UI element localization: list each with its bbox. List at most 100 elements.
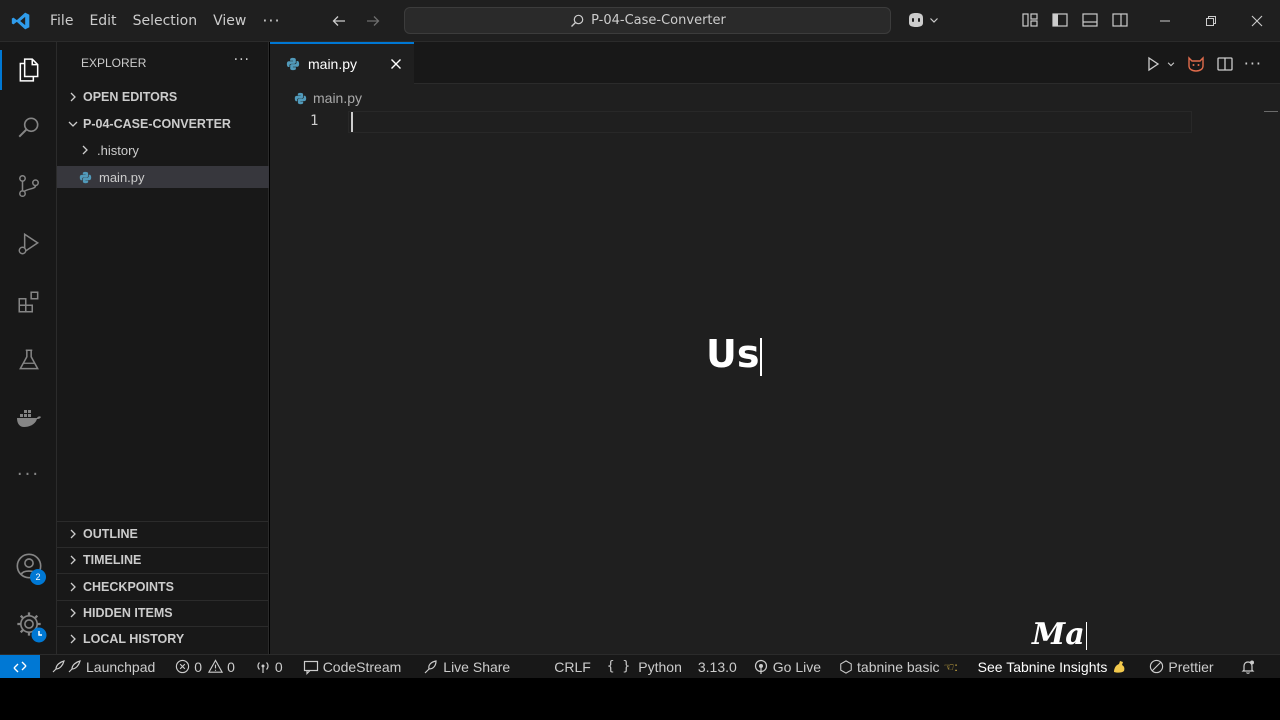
accounts-activity[interactable]: 2 xyxy=(0,542,57,590)
source-control-activity[interactable] xyxy=(0,162,57,210)
explorer-title: EXPLORER xyxy=(81,56,147,70)
forward-arrow-icon[interactable] xyxy=(363,11,383,31)
liveshare-item[interactable]: Live Share xyxy=(415,655,518,678)
live-share-icon xyxy=(424,659,437,673)
search-icon xyxy=(18,117,38,138)
python-version-item[interactable]: 3.13.0 xyxy=(690,655,745,678)
extensions-activity[interactable] xyxy=(0,278,57,326)
toggle-panel-icon[interactable] xyxy=(1081,11,1099,29)
ports-count: 0 xyxy=(274,658,283,675)
typing-overlay-small: Ma xyxy=(1032,617,1087,652)
minimize-button[interactable] xyxy=(1142,0,1188,42)
ports-item[interactable]: 0 xyxy=(247,655,291,678)
project-folder-label: P-04-CASE-CONVERTER xyxy=(83,117,231,131)
tabnine-insights-label: See Tabnine Insights xyxy=(977,658,1108,675)
restore-button[interactable] xyxy=(1188,0,1234,42)
toggle-secondary-sidebar-icon[interactable] xyxy=(1111,11,1129,29)
tab-main-py[interactable]: main.py xyxy=(270,42,414,84)
checkpoints-section[interactable]: CHECKPOINTS xyxy=(57,576,269,598)
codestream-item[interactable]: CodeStream xyxy=(295,655,410,678)
copilot-button[interactable] xyxy=(906,11,940,29)
python-version-label: 3.13.0 xyxy=(697,658,737,675)
menu-more-button[interactable]: ··· xyxy=(254,7,288,35)
command-center-search[interactable]: P-04-Case-Converter xyxy=(404,7,891,34)
overlay-caret xyxy=(760,337,763,376)
explorer-more-button[interactable]: ··· xyxy=(234,52,250,68)
golive-item[interactable]: Go Live xyxy=(745,655,829,678)
breadcrumb: main.py xyxy=(294,90,362,106)
search-activity[interactable] xyxy=(0,104,57,152)
eol-item[interactable]: CRLF xyxy=(546,655,599,678)
open-editors-section[interactable]: OPEN EDITORS xyxy=(57,86,269,108)
tabnine-item[interactable]: tabnine basic ☜: xyxy=(831,655,966,678)
hidden-items-label: HIDDEN ITEMS xyxy=(83,606,173,620)
explorer-sidebar: EXPLORER ··· OPEN EDITORS P-04-CASE-CONV… xyxy=(57,42,269,654)
prettier-item[interactable]: Prettier xyxy=(1141,655,1221,678)
tabnine-insights-item[interactable]: See Tabnine Insights xyxy=(970,655,1136,678)
python-file-icon xyxy=(77,169,93,185)
launchpad-item[interactable]: Launchpad xyxy=(40,655,163,678)
section-divider xyxy=(57,626,269,627)
python-file-icon xyxy=(294,92,307,104)
close-icon[interactable] xyxy=(388,56,404,72)
docker-activity[interactable] xyxy=(0,394,57,442)
local-history-label: LOCAL HISTORY xyxy=(83,632,185,646)
chevron-right-icon xyxy=(65,605,81,621)
menu-view[interactable]: View xyxy=(205,7,254,35)
broadcast-icon xyxy=(257,661,269,673)
chevron-right-icon xyxy=(65,526,81,542)
project-folder-section[interactable]: P-04-CASE-CONVERTER xyxy=(57,113,269,135)
command-center-label: P-04-Case-Converter xyxy=(591,13,726,28)
outline-section[interactable]: OUTLINE xyxy=(57,523,269,545)
launchpad-label: Launchpad xyxy=(86,658,156,675)
testing-activity[interactable] xyxy=(0,336,57,384)
tree-item-history[interactable]: .history xyxy=(57,139,269,161)
eol-label: CRLF xyxy=(554,658,591,675)
tabnine-label: tabnine basic xyxy=(857,658,940,675)
back-arrow-icon[interactable] xyxy=(329,11,349,31)
notifications-item[interactable] xyxy=(1232,655,1264,678)
activity-bar: ··· 2 xyxy=(0,42,57,654)
run-debug-activity[interactable] xyxy=(0,220,57,268)
menu-edit[interactable]: Edit xyxy=(81,7,124,35)
line-number: 1 xyxy=(310,113,319,129)
hidden-items-section[interactable]: HIDDEN ITEMS xyxy=(57,602,269,624)
tree-item-main-py-label: main.py xyxy=(99,169,145,185)
menu-selection[interactable]: Selection xyxy=(125,7,206,35)
python-file-icon xyxy=(286,57,300,71)
pointing-hand-icon: ☜: xyxy=(943,659,958,674)
remote-indicator[interactable] xyxy=(0,655,40,678)
explorer-activity[interactable] xyxy=(0,46,57,94)
more-actions-icon[interactable]: ··· xyxy=(1244,54,1262,73)
chevron-right-icon xyxy=(65,89,81,105)
manage-activity[interactable] xyxy=(0,600,57,648)
breadcrumb-file[interactable]: main.py xyxy=(313,90,362,106)
chevron-down-icon[interactable] xyxy=(1166,59,1176,69)
close-window-button[interactable] xyxy=(1234,0,1280,42)
run-icon[interactable] xyxy=(1144,55,1162,73)
toggle-primary-sidebar-icon[interactable] xyxy=(1051,11,1069,29)
timeline-section[interactable]: TIMELINE xyxy=(57,549,269,571)
chevron-right-icon xyxy=(65,552,81,568)
local-history-section[interactable]: LOCAL HISTORY xyxy=(57,628,269,650)
comment-icon xyxy=(303,660,318,675)
prettier-label: Prettier xyxy=(1168,658,1214,675)
split-editor-icon[interactable] xyxy=(1216,55,1234,73)
extensions-icon xyxy=(17,291,38,313)
code-editor[interactable]: main.py 1 Us Ma xyxy=(270,84,1280,654)
more-views-activity[interactable]: ··· xyxy=(0,450,57,498)
problems-item[interactable]: 0 0 xyxy=(167,655,243,678)
remote-icon xyxy=(13,661,27,672)
current-line-highlight xyxy=(348,111,1192,133)
language-item[interactable]: { } Python xyxy=(599,655,690,678)
error-icon xyxy=(176,659,190,674)
codestream-cat-icon[interactable] xyxy=(1186,55,1206,73)
navigation-arrows xyxy=(329,11,383,31)
customize-layout-icon[interactable] xyxy=(1021,11,1039,29)
typing-overlay-large-text: Us xyxy=(706,332,760,376)
outline-label: OUTLINE xyxy=(83,527,138,541)
menu-file[interactable]: File xyxy=(42,7,81,35)
tree-item-main-py[interactable]: main.py xyxy=(57,166,269,188)
window-controls xyxy=(1142,0,1280,42)
tab-main-py-label: main.py xyxy=(308,56,358,72)
